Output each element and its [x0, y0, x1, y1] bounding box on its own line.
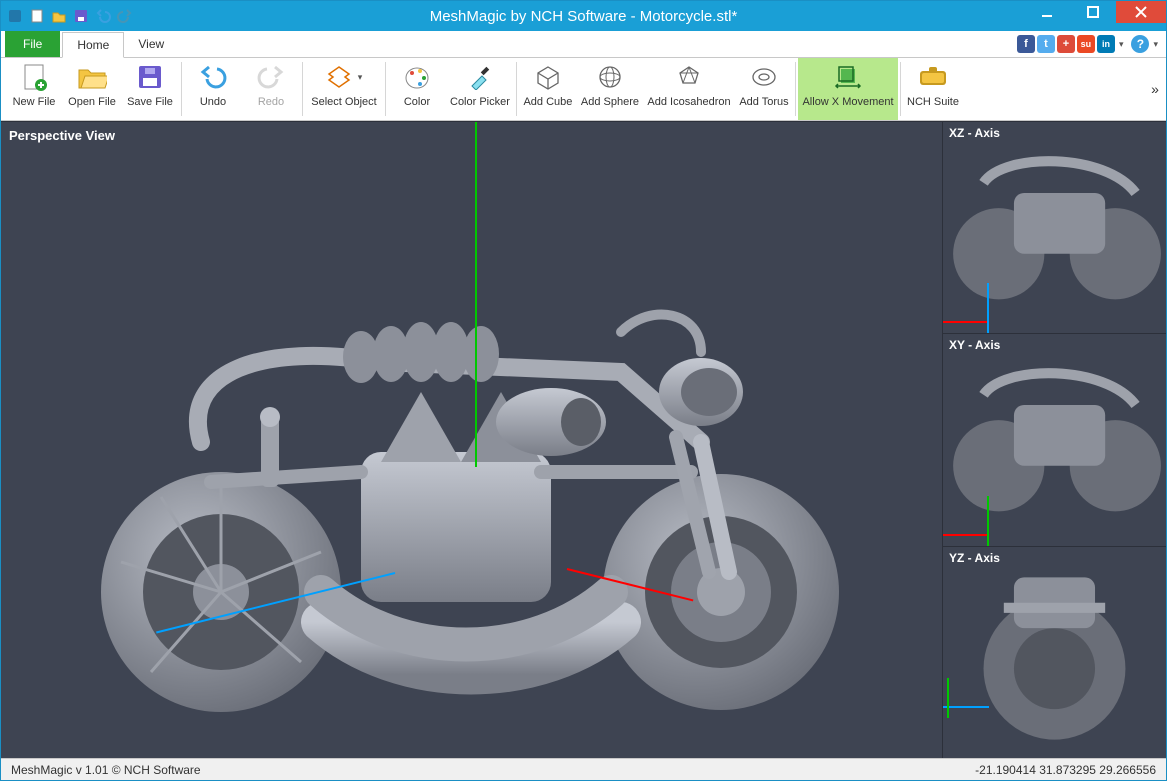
- redo-button[interactable]: Redo: [242, 58, 300, 120]
- add-torus-button[interactable]: Add Torus: [735, 58, 793, 120]
- save-file-button[interactable]: Save File: [121, 58, 179, 120]
- nch-suite-button[interactable]: NCH Suite: [903, 58, 963, 120]
- allow-x-movement-label: Allow X Movement: [802, 96, 893, 108]
- xz-view-label: XZ - Axis: [949, 126, 1000, 140]
- axis-y-line: [475, 122, 477, 467]
- color-label: Color: [404, 96, 430, 108]
- mini-axis-x: [943, 321, 989, 323]
- color-picker-label: Color Picker: [450, 96, 510, 108]
- yz-mesh: [943, 547, 1166, 750]
- maximize-button[interactable]: [1070, 1, 1116, 23]
- status-coordinates: -21.190414 31.873295 29.266556: [975, 763, 1156, 777]
- add-cube-button[interactable]: Add Cube: [519, 58, 577, 120]
- mini-axis-z: [987, 283, 989, 333]
- xz-viewport[interactable]: XZ - Axis: [943, 122, 1166, 334]
- add-sphere-label: Add Sphere: [581, 96, 639, 108]
- window-title: MeshMagic by NCH Software - Motorcycle.s…: [1, 8, 1166, 25]
- qat-redo-icon[interactable]: [115, 6, 135, 26]
- tab-view[interactable]: View: [124, 31, 178, 57]
- qat-open-icon[interactable]: [49, 6, 69, 26]
- xz-mesh: [943, 122, 1166, 325]
- qat-save-icon[interactable]: [71, 6, 91, 26]
- add-cube-label: Add Cube: [523, 96, 572, 108]
- eyedropper-icon: [468, 62, 492, 92]
- mini-axis-x2: [943, 534, 989, 536]
- status-left: MeshMagic v 1.01 © NCH Software: [11, 763, 201, 777]
- tab-home[interactable]: Home: [62, 32, 124, 58]
- open-file-button[interactable]: Open File: [63, 58, 121, 120]
- x-movement-icon: [833, 62, 863, 92]
- new-file-button[interactable]: New File: [5, 58, 63, 120]
- qat-new-icon[interactable]: [27, 6, 47, 26]
- share-stumble-icon[interactable]: su: [1077, 35, 1095, 53]
- yz-viewport[interactable]: YZ - Axis: [943, 547, 1166, 758]
- new-file-label: New File: [13, 96, 56, 108]
- color-picker-button[interactable]: Color Picker: [446, 58, 514, 120]
- close-button[interactable]: [1116, 1, 1166, 23]
- undo-icon: [199, 62, 227, 92]
- toolbar-overflow-button[interactable]: »: [1144, 58, 1166, 120]
- tab-file[interactable]: File: [5, 31, 60, 57]
- nch-suite-label: NCH Suite: [907, 96, 959, 108]
- share-facebook-icon[interactable]: f: [1017, 35, 1035, 53]
- redo-label: Redo: [258, 96, 284, 108]
- cube-icon: [535, 62, 561, 92]
- undo-label: Undo: [200, 96, 226, 108]
- xy-mesh: [943, 334, 1166, 537]
- color-button[interactable]: Color: [388, 58, 446, 120]
- share-dropdown-icon[interactable]: ▾: [1117, 39, 1126, 50]
- mini-axis-y2: [947, 678, 949, 718]
- model-mesh: [61, 222, 881, 722]
- select-object-icon: ▾: [324, 62, 365, 92]
- undo-button[interactable]: Undo: [184, 58, 242, 120]
- help-dropdown-icon[interactable]: ▾: [1151, 39, 1160, 50]
- minimize-button[interactable]: [1024, 1, 1070, 23]
- perspective-view-label: Perspective View: [9, 128, 115, 143]
- xy-view-label: XY - Axis: [949, 338, 1000, 352]
- add-sphere-button[interactable]: Add Sphere: [577, 58, 643, 120]
- redo-icon: [257, 62, 285, 92]
- allow-x-movement-button[interactable]: Allow X Movement: [798, 58, 898, 120]
- save-disk-icon: [137, 62, 163, 92]
- open-file-label: Open File: [68, 96, 116, 108]
- yz-view-label: YZ - Axis: [949, 551, 1000, 565]
- open-folder-icon: [77, 62, 107, 92]
- add-icosahedron-button[interactable]: Add Icosahedron: [643, 58, 735, 120]
- share-twitter-icon[interactable]: t: [1037, 35, 1055, 53]
- add-torus-label: Add Torus: [739, 96, 788, 108]
- perspective-viewport[interactable]: Perspective View: [1, 122, 942, 758]
- nch-suite-icon: [918, 62, 948, 92]
- qat-undo-icon[interactable]: [93, 6, 113, 26]
- mini-axis-y: [987, 496, 989, 546]
- qat-app-icon[interactable]: [5, 6, 25, 26]
- add-icosahedron-label: Add Icosahedron: [647, 96, 730, 108]
- color-palette-icon: [404, 62, 430, 92]
- new-file-icon: [21, 62, 47, 92]
- share-linkedin-icon[interactable]: in: [1097, 35, 1115, 53]
- sphere-icon: [597, 62, 623, 92]
- mini-axis-z2: [943, 706, 989, 708]
- help-button[interactable]: ?: [1131, 35, 1149, 53]
- share-google-icon[interactable]: +: [1057, 35, 1075, 53]
- icosahedron-icon: [676, 62, 702, 92]
- torus-icon: [750, 62, 778, 92]
- select-object-label: Select Object: [311, 96, 376, 108]
- select-object-button[interactable]: ▾ Select Object: [305, 58, 383, 120]
- save-file-label: Save File: [127, 96, 173, 108]
- xy-viewport[interactable]: XY - Axis: [943, 334, 1166, 546]
